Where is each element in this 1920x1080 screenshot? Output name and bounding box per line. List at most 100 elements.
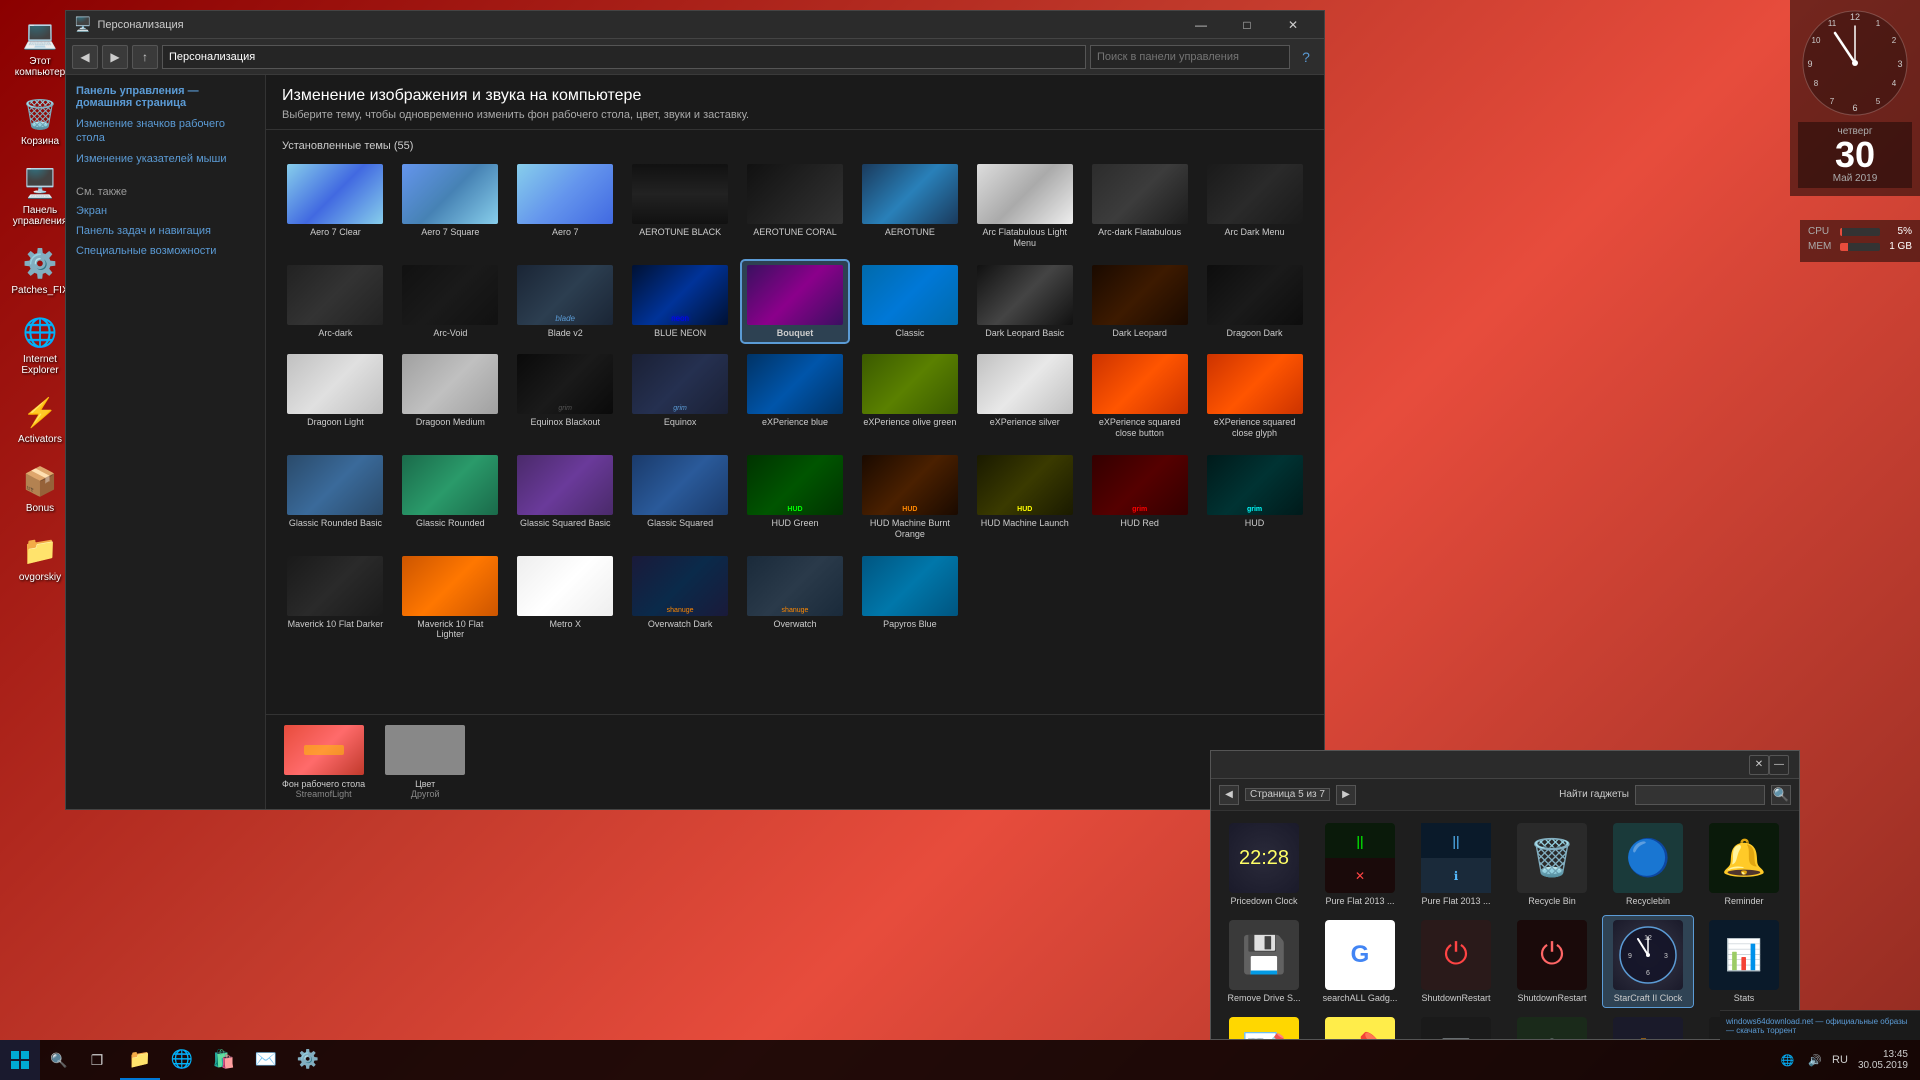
theme-ow[interactable]: shanuge Overwatch bbox=[742, 552, 849, 645]
theme-bouquet[interactable]: Bouquet bbox=[742, 261, 849, 343]
gadget-recyclebin[interactable]: 🔵 Recyclebin bbox=[1603, 819, 1693, 910]
theme-aero7sq[interactable]: Aero 7 Square bbox=[397, 160, 504, 253]
color-item[interactable]: ЦветДругой bbox=[385, 725, 465, 799]
language-indicator[interactable]: RU bbox=[1832, 1054, 1848, 1066]
network-icon[interactable]: 🌐 bbox=[1777, 1054, 1799, 1067]
theme-expsilver[interactable]: eXPerience silver bbox=[971, 350, 1078, 443]
theme-aeroblack[interactable]: AEROTUNE BLACK bbox=[627, 160, 734, 253]
help-button[interactable]: ? bbox=[1294, 45, 1318, 69]
themes-container[interactable]: Установленные темы (55) Aero 7 Clear Aer… bbox=[266, 130, 1324, 714]
taskbar-icon-settings[interactable]: ⚙️ bbox=[288, 1040, 328, 1080]
theme-arcdarkm[interactable]: Arc-dark bbox=[282, 261, 389, 343]
theme-expsqcg[interactable]: eXPerience squared close glyph bbox=[1201, 350, 1308, 443]
theme-dragoondark[interactable]: Dragoon Dark bbox=[1201, 261, 1308, 343]
theme-hudbnt[interactable]: HUD HUD Machine Burnt Orange bbox=[856, 451, 963, 544]
gadget-searchall[interactable]: G searchALL Gadg... bbox=[1315, 916, 1405, 1007]
window-close-button[interactable]: ✕ bbox=[1270, 11, 1316, 39]
theme-arcdarkflat[interactable]: Arc-dark Flatabulous bbox=[1086, 160, 1193, 253]
gadget-sticky-notes-on[interactable]: 📌 Sticky Notes On... bbox=[1315, 1013, 1405, 1039]
sidebar-display-link[interactable]: Экран bbox=[76, 204, 255, 218]
window-maximize-button[interactable]: □ bbox=[1224, 11, 1270, 39]
theme-glassicroundedbasic[interactable]: Glassic Rounded Basic bbox=[282, 451, 389, 544]
gadget-reminder[interactable]: 🔔 Reminder bbox=[1699, 819, 1789, 910]
forward-button[interactable]: ▶ bbox=[102, 45, 128, 69]
volume-icon[interactable]: 🔊 bbox=[1804, 1054, 1826, 1067]
theme-arcdark[interactable]: Arc Dark Menu bbox=[1201, 160, 1308, 253]
gadget-minimize-button[interactable]: — bbox=[1769, 755, 1789, 775]
gadget-remove-drive[interactable]: 💾 Remove Drive S... bbox=[1219, 916, 1309, 1007]
gadget-system-monitor-ii[interactable]: 📉 System Monitor II bbox=[1411, 1013, 1501, 1039]
theme-aerotune[interactable]: AEROTUNE bbox=[856, 160, 963, 253]
theme-blueneon[interactable]: neon BLUE NEON bbox=[627, 261, 734, 343]
taskbar-icon-edge[interactable]: 🌐 bbox=[162, 1040, 202, 1080]
theme-dragoonmedium[interactable]: Dragoon Medium bbox=[397, 350, 504, 443]
gadget-next-button[interactable]: ▶ bbox=[1336, 785, 1356, 805]
theme-hudlaunch[interactable]: HUD HUD Machine Launch bbox=[971, 451, 1078, 544]
gadget-pure-flat-2[interactable]: || ℹ Pure Flat 2013 ... bbox=[1411, 819, 1501, 910]
taskbar-icon-store[interactable]: 🛍️ bbox=[204, 1040, 244, 1080]
gadget-pure-flat-1[interactable]: || ✕ Pure Flat 2013 ... bbox=[1315, 819, 1405, 910]
up-button[interactable]: ↑ bbox=[132, 45, 158, 69]
gadget-search-button[interactable]: 🔍 bbox=[1771, 785, 1791, 805]
theme-darkleopard[interactable]: Dark Leopard bbox=[1086, 261, 1193, 343]
gadget-thumb-system-monitor-ii: 📉 bbox=[1421, 1017, 1491, 1039]
theme-hud[interactable]: grim HUD bbox=[1201, 451, 1308, 544]
theme-name-hudred: HUD Red bbox=[1120, 518, 1159, 529]
theme-dragoonlight[interactable]: Dragoon Light bbox=[282, 350, 389, 443]
system-clock[interactable]: 13:45 30.05.2019 bbox=[1854, 1049, 1912, 1071]
back-button[interactable]: ◀ bbox=[72, 45, 98, 69]
theme-glassicsq[interactable]: Glassic Squared bbox=[627, 451, 734, 544]
sidebar-taskbar-link[interactable]: Панель задач и навигация bbox=[76, 224, 255, 238]
wallpaper-item[interactable]: Фон рабочего столаStreamofLight bbox=[282, 725, 365, 799]
gadget-top-five[interactable]: TopProcessMonitor Top Five bbox=[1603, 1013, 1693, 1039]
theme-darkleopardbasic[interactable]: Dark Leopard Basic bbox=[971, 261, 1078, 343]
gadget-shutdown-restart-1[interactable]: ⏻ ShutdownRestart bbox=[1411, 916, 1501, 1007]
sidebar-mouse-link[interactable]: Изменение указателей мыши bbox=[76, 152, 255, 166]
start-button[interactable] bbox=[0, 1040, 40, 1080]
theme-aerocoral[interactable]: AEROTUNE CORAL bbox=[742, 160, 849, 253]
theme-owdark[interactable]: shanuge Overwatch Dark bbox=[627, 552, 734, 645]
sidebar-see-also: См. также Экран Панель задач и навигация… bbox=[76, 186, 255, 259]
theme-hudred[interactable]: grim HUD Red bbox=[1086, 451, 1193, 544]
taskbar-search-button[interactable]: 🔍 bbox=[40, 1040, 78, 1080]
activators-label: Activators bbox=[18, 434, 62, 445]
sidebar-home-link[interactable]: Панель управления — домашняя страница bbox=[76, 85, 255, 109]
theme-expblue[interactable]: eXPerience blue bbox=[742, 350, 849, 443]
gadget-prev-button[interactable]: ◀ bbox=[1219, 785, 1239, 805]
search-bar[interactable] bbox=[1090, 45, 1290, 69]
sidebar-accessibility-link[interactable]: Специальные возможности bbox=[76, 244, 255, 258]
theme-classic[interactable]: Classic bbox=[856, 261, 963, 343]
theme-equinoxblack[interactable]: grim Equinox Blackout bbox=[512, 350, 619, 443]
theme-metro[interactable]: Metro X bbox=[512, 552, 619, 645]
theme-hudgreen[interactable]: HUD HUD Green bbox=[742, 451, 849, 544]
theme-glassicrounded[interactable]: Glassic Rounded bbox=[397, 451, 504, 544]
gadget-system-uptime[interactable]: ⏱️ System Uptime ... bbox=[1507, 1013, 1597, 1039]
theme-equinox[interactable]: grim Equinox bbox=[627, 350, 734, 443]
gadget-stats[interactable]: 📊 Stats bbox=[1699, 916, 1789, 1007]
address-bar[interactable] bbox=[162, 45, 1086, 69]
gadget-sticky-notes[interactable]: 📝 Sticky Notes bbox=[1219, 1013, 1309, 1039]
taskbar-icon-mail[interactable]: ✉️ bbox=[246, 1040, 286, 1080]
theme-aero7[interactable]: Aero 7 bbox=[512, 160, 619, 253]
theme-expolive[interactable]: eXPerience olive green bbox=[856, 350, 963, 443]
theme-arcvoid[interactable]: Arc-Void bbox=[397, 261, 504, 343]
gadget-starcraft-clock[interactable]: 12 3 6 9 StarCraft II Clock bbox=[1603, 916, 1693, 1007]
window-minimize-button[interactable]: — bbox=[1178, 11, 1224, 39]
theme-expsqcb[interactable]: eXPerience squared close button bbox=[1086, 350, 1193, 443]
theme-arcflatlight[interactable]: Arc Flatabulous Light Menu bbox=[971, 160, 1078, 253]
theme-mav10light[interactable]: Maverick 10 Flat Lighter bbox=[397, 552, 504, 645]
gadget-shutdown-restart-2[interactable]: ⏻ ShutdownRestart bbox=[1507, 916, 1597, 1007]
taskbar-task-view-button[interactable]: ❐ bbox=[78, 1040, 116, 1080]
gadget-pricedown-clock[interactable]: 22:28 Pricedown Clock bbox=[1219, 819, 1309, 910]
sidebar-icons-link[interactable]: Изменение значков рабочего стола bbox=[76, 117, 255, 146]
gadget-recycle-bin[interactable]: 🗑️ Recycle Bin bbox=[1507, 819, 1597, 910]
taskbar-icon-explorer[interactable]: 📁 bbox=[120, 1040, 160, 1080]
theme-blade[interactable]: blade Blade v2 bbox=[512, 261, 619, 343]
theme-mav10dark[interactable]: Maverick 10 Flat Darker bbox=[282, 552, 389, 645]
gadget-close-button[interactable]: ✕ bbox=[1749, 755, 1769, 775]
gadget-search-input[interactable] bbox=[1635, 785, 1765, 805]
theme-aero7clear[interactable]: Aero 7 Clear bbox=[282, 160, 389, 253]
recycle-bin-label: Корзина bbox=[21, 136, 59, 147]
theme-glassicsqbasic[interactable]: Glassic Squared Basic bbox=[512, 451, 619, 544]
theme-papblue[interactable]: Papyros Blue bbox=[856, 552, 963, 645]
